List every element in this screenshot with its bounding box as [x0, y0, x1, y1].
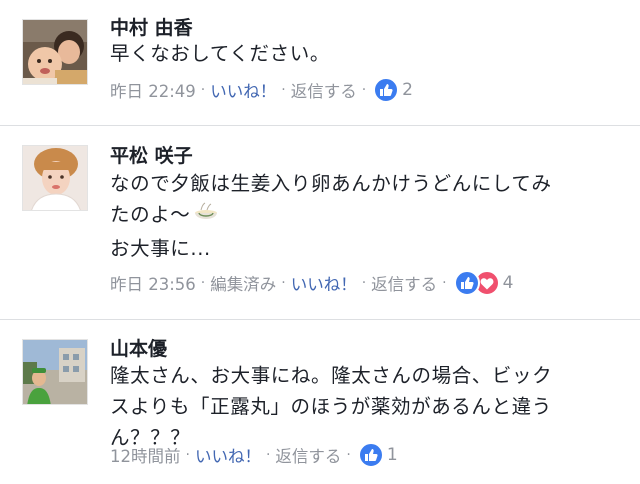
comment-author[interactable]: 中村 由香 [110, 16, 193, 40]
reply-link[interactable]: 返信する [275, 443, 341, 467]
reaction-summary[interactable]: 4 [453, 270, 514, 296]
reaction-summary[interactable]: 1 [357, 442, 398, 468]
comment-timestamp[interactable]: 12時間前 [110, 443, 181, 467]
comment-text-line-with-emoji: たのよ〜 [110, 199, 632, 233]
comment-text: 早くなおしてください。 [110, 38, 632, 69]
comment-meta: 12時間前 · いいね！ · 返信する · 1 [110, 441, 398, 469]
avatar-photo [23, 340, 87, 404]
reply-link[interactable]: 返信する [291, 78, 357, 102]
comment-text-line: お大事に... [110, 237, 211, 260]
reaction-count: 1 [386, 445, 398, 465]
comment-author[interactable]: 平松 咲子 [110, 144, 193, 168]
like-icon [373, 77, 400, 103]
avatar-photo [23, 146, 87, 210]
like-link[interactable]: いいね！ [210, 78, 276, 102]
comment-thread: 中村 由香 早くなおしてください。 昨日 22:49 · いいね！ · 返信する… [0, 0, 640, 484]
avatar[interactable] [22, 145, 88, 211]
avatar[interactable] [22, 339, 88, 405]
comment: 中村 由香 早くなおしてください。 昨日 22:49 · いいね！ · 返信する… [0, 0, 640, 125]
separator-dot: · [185, 447, 190, 463]
comment: 山本優 隆太さん、お大事にね。隆太さんの場合、ビック スよりも「正露丸」のほうが… [0, 320, 640, 484]
comment-text: 隆太さん、お大事にね。隆太さんの場合、ビック スよりも「正露丸」のほうが薬効があ… [110, 360, 632, 453]
comment-text-line: スよりも「正露丸」のほうが薬効があるんと違う [110, 395, 552, 418]
separator-dot: · [442, 275, 447, 291]
comment-timestamp[interactable]: 昨日 23:56 [110, 271, 196, 295]
reaction-summary[interactable]: 2 [373, 77, 413, 103]
separator-dot: · [346, 447, 351, 463]
comment: 平松 咲子 なので夕飯は生姜入り卵あんかけうどんにしてみ たのよ〜 お大事に..… [0, 126, 640, 319]
comment-text-line: 隆太さん、お大事にね。隆太さんの場合、ビック [110, 364, 553, 387]
reply-link[interactable]: 返信する [371, 271, 437, 295]
comment-meta: 昨日 23:56 · 編集済み · いいね！ · 返信する · 4 [110, 269, 513, 297]
comment-text-line: たのよ〜 [110, 203, 191, 226]
separator-dot: · [200, 275, 206, 291]
comment-text-line: 早くなおしてください。 [110, 42, 330, 65]
like-icon [357, 442, 384, 468]
comment-text: なので夕飯は生姜入り卵あんかけうどんにしてみ たのよ〜 お大事に... [110, 168, 632, 264]
like-link[interactable]: いいね！ [195, 443, 261, 467]
like-link[interactable]: いいね！ [291, 271, 357, 295]
avatar[interactable] [22, 19, 88, 85]
separator-dot: · [281, 82, 286, 98]
avatar-photo [23, 20, 87, 84]
separator-dot: · [281, 275, 286, 291]
separator-dot: · [200, 82, 206, 98]
separator-dot: · [361, 275, 367, 291]
like-icon [453, 270, 480, 296]
edited-label[interactable]: 編集済み [210, 271, 276, 295]
comment-text-line: なので夕飯は生姜入り卵あんかけうどんにしてみ [110, 172, 552, 195]
noodle-bowl-icon [194, 202, 218, 233]
comment-timestamp[interactable]: 昨日 22:49 [110, 78, 196, 102]
reaction-count: 4 [502, 273, 514, 293]
reaction-count: 2 [402, 80, 413, 100]
comment-author[interactable]: 山本優 [110, 337, 167, 361]
comment-meta: 昨日 22:49 · いいね！ · 返信する · 2 [110, 76, 413, 104]
separator-dot: · [265, 447, 271, 463]
separator-dot: · [361, 82, 367, 98]
